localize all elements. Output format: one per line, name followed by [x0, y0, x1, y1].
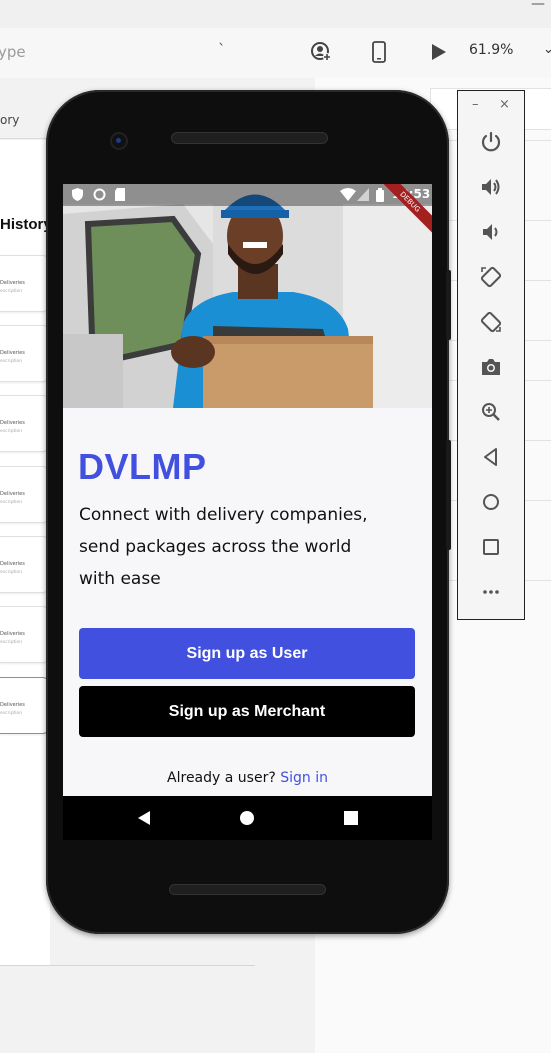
type-input[interactable]: ype	[0, 43, 26, 61]
more-icon[interactable]	[478, 579, 504, 605]
power-button[interactable]	[446, 440, 451, 550]
history-card[interactable]: Deliveries escription	[0, 255, 49, 312]
history-tab[interactable]: ory	[0, 113, 19, 127]
card-subtitle: escription	[0, 711, 23, 716]
card-title: Deliveries	[0, 561, 25, 567]
overview-icon[interactable]	[478, 534, 504, 560]
card-subtitle: escription	[0, 359, 23, 364]
overview-icon[interactable]	[341, 808, 361, 828]
history-card[interactable]: Deliveries escription	[0, 536, 49, 593]
rotate-left-icon[interactable]	[478, 264, 504, 290]
signal-icon	[357, 188, 370, 201]
app-screen: 10:53 DEBUG DVLMP Connect with delivery …	[63, 184, 432, 796]
front-camera-icon	[110, 132, 128, 150]
chevron-down-icon[interactable]: ⌄	[543, 42, 551, 57]
bottom-speaker	[169, 884, 326, 895]
cursor-icon: `	[218, 41, 226, 59]
device-preview-icon[interactable]	[367, 40, 391, 64]
sync-icon	[93, 188, 106, 201]
earpiece-speaker	[171, 132, 328, 144]
history-card[interactable]: Deliveries escription	[0, 677, 49, 734]
signup-user-button[interactable]: Sign up as User	[79, 628, 415, 679]
signup-merchant-button[interactable]: Sign up as Merchant	[79, 686, 415, 737]
battery-icon	[376, 188, 385, 202]
card-title: Deliveries	[0, 631, 25, 637]
card-title: Deliveries	[0, 350, 25, 356]
volume-down-icon[interactable]	[478, 219, 504, 245]
back-icon[interactable]	[134, 808, 154, 828]
signin-row: Already a user? Sign in	[63, 770, 432, 786]
card-title: Deliveries	[0, 491, 25, 497]
hero-image: 10:53 DEBUG	[63, 184, 432, 408]
shield-icon	[72, 188, 85, 201]
power-icon[interactable]	[478, 129, 504, 155]
close-button[interactable]: ×	[499, 97, 510, 112]
home-icon[interactable]	[237, 808, 257, 828]
emulator-controls-panel: – ×	[457, 90, 525, 620]
toolbar: ype ` 61.9% ⌄	[0, 28, 551, 79]
card-subtitle: escription	[0, 500, 23, 505]
minimize-button[interactable]: –	[472, 97, 479, 112]
app-brand-title: DVLMP	[78, 446, 207, 487]
rotate-right-icon[interactable]	[478, 309, 504, 335]
user-add-icon[interactable]	[309, 40, 333, 64]
sd-card-icon	[115, 188, 128, 201]
card-title: Deliveries	[0, 702, 25, 708]
status-bar: 10:53 DEBUG	[63, 184, 432, 235]
card-subtitle: escription	[0, 289, 23, 294]
history-card[interactable]: Deliveries escription	[0, 606, 49, 663]
card-title: Deliveries	[0, 420, 25, 426]
camera-icon[interactable]	[478, 354, 504, 380]
back-icon[interactable]	[478, 444, 504, 470]
volume-up-icon[interactable]	[478, 174, 504, 200]
delivery-man-illustration	[63, 184, 432, 408]
history-card[interactable]: Deliveries escription	[0, 395, 49, 452]
card-subtitle: escription	[0, 570, 23, 575]
history-section-title: History	[0, 216, 52, 233]
play-icon[interactable]	[426, 40, 450, 64]
window-minimize-button[interactable]: —	[531, 0, 545, 12]
android-nav-bar	[63, 796, 432, 840]
volume-button[interactable]	[446, 270, 451, 340]
app-tagline: Connect with delivery companies, send pa…	[79, 505, 368, 589]
history-card[interactable]: Deliveries escription	[0, 466, 49, 523]
zoom-icon[interactable]	[478, 399, 504, 425]
card-subtitle: escription	[0, 640, 23, 645]
signin-link[interactable]: Sign in	[280, 770, 328, 786]
zoom-level[interactable]: 61.9%	[469, 42, 513, 58]
signin-prompt: Already a user?	[167, 770, 276, 786]
card-title: Deliveries	[0, 280, 25, 286]
card-subtitle: escription	[0, 429, 23, 434]
history-card[interactable]: Deliveries escription	[0, 325, 49, 382]
title-strip: —	[0, 0, 551, 29]
home-icon[interactable]	[478, 489, 504, 515]
wifi-icon	[340, 188, 358, 201]
divider	[0, 965, 255, 966]
